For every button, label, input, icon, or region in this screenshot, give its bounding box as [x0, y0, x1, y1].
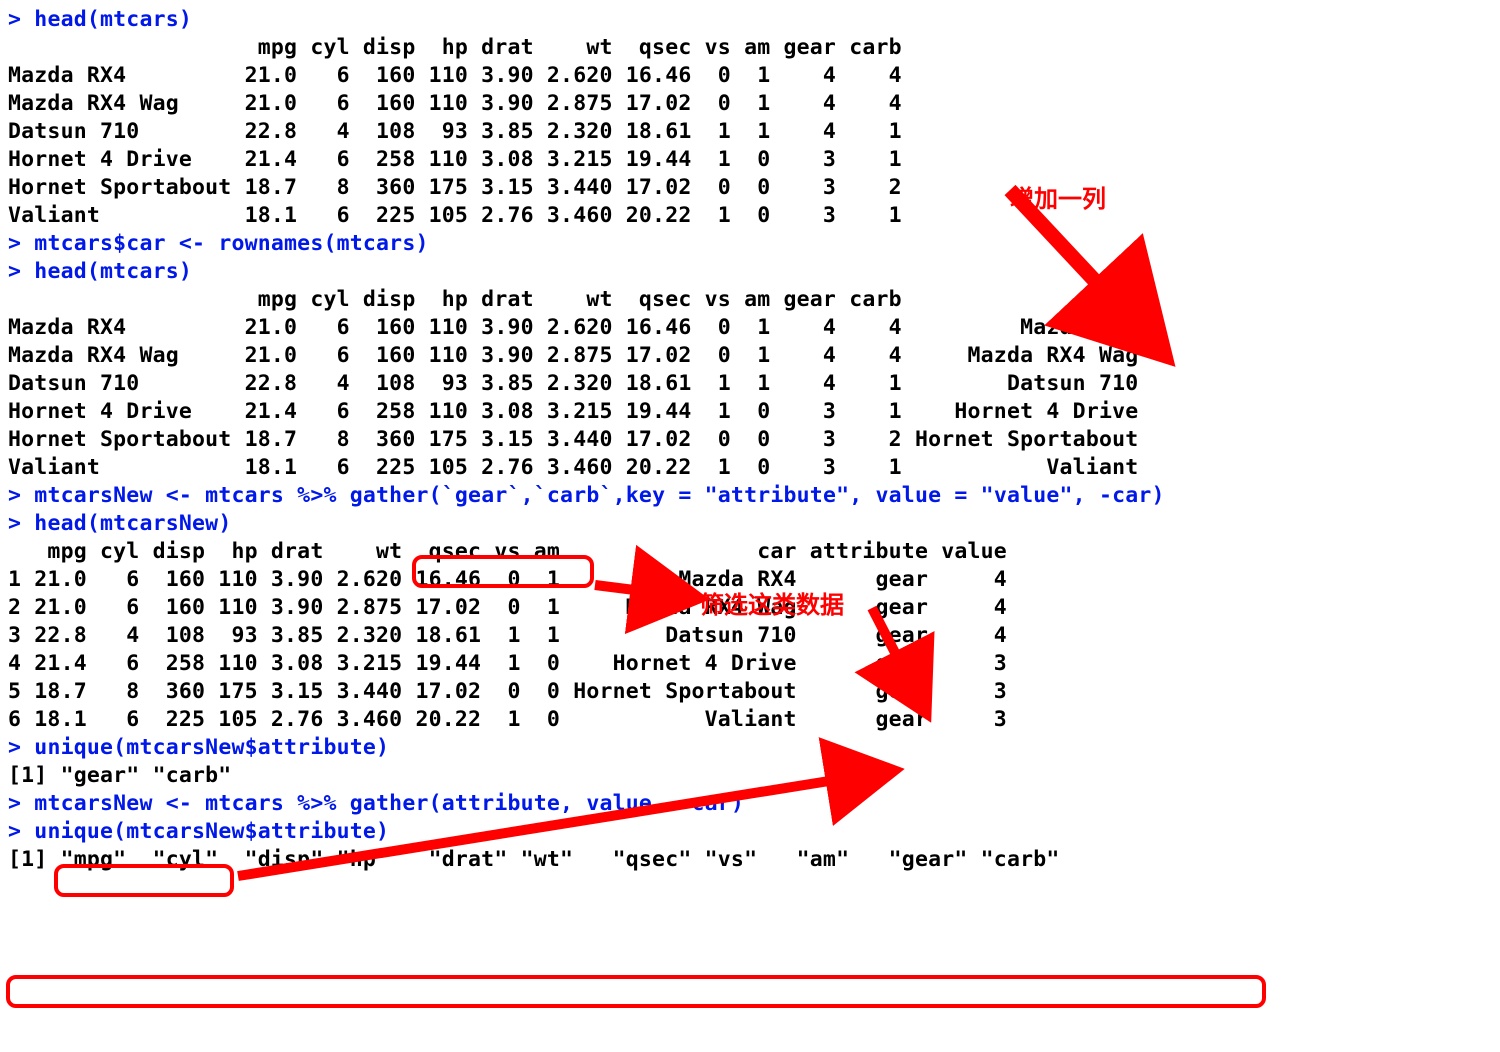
table-header: mpg cyl disp hp drat wt qsec vs am car a… — [8, 539, 1007, 564]
r-command[interactable]: > mtcars$car <- rownames(mtcars) — [8, 231, 429, 256]
table-row: Valiant 18.1 6 225 105 2.76 3.460 20.22 … — [8, 203, 902, 228]
table-row: Valiant 18.1 6 225 105 2.76 3.460 20.22 … — [8, 455, 1138, 480]
table-row: Hornet 4 Drive 21.4 6 258 110 3.08 3.215… — [8, 399, 1138, 424]
table-row: Datsun 710 22.8 4 108 93 3.85 2.320 18.6… — [8, 371, 1138, 396]
r-command[interactable]: > mtcarsNew <- mtcars %>% gather(`gear`,… — [8, 483, 1165, 508]
table-row: Datsun 710 22.8 4 108 93 3.85 2.320 18.6… — [8, 119, 902, 144]
table-header: mpg cyl disp hp drat wt qsec vs am gear … — [8, 35, 902, 60]
table-row: 2 21.0 6 160 110 3.90 2.875 17.02 0 1 Ma… — [8, 595, 1007, 620]
r-command[interactable]: > head(mtcars) — [8, 259, 192, 284]
r-command[interactable]: > unique(mtcarsNew$attribute) — [8, 735, 389, 760]
table-row: Mazda RX4 Wag 21.0 6 160 110 3.90 2.875 … — [8, 343, 1138, 368]
output-line: [1] "mpg" "cyl" "disp" "hp" "drat" "wt" … — [8, 847, 1060, 872]
table-row: Mazda RX4 Wag 21.0 6 160 110 3.90 2.875 … — [8, 91, 902, 116]
table-row: 4 21.4 6 258 110 3.08 3.215 19.44 1 0 Ho… — [8, 651, 1007, 676]
table-row: 3 22.8 4 108 93 3.85 2.320 18.61 1 1 Dat… — [8, 623, 1007, 648]
table-row: 5 18.7 8 360 175 3.15 3.440 17.02 0 0 Ho… — [8, 679, 1007, 704]
table-row: Mazda RX4 21.0 6 160 110 3.90 2.620 16.4… — [8, 315, 1138, 340]
r-console-output: > head(mtcars) mpg cyl disp hp drat wt q… — [0, 0, 1500, 880]
output-line: [1] "gear" "carb" — [8, 763, 231, 788]
r-command[interactable]: > head(mtcars) — [8, 7, 192, 32]
r-command[interactable]: > mtcarsNew <- mtcars %>% gather(attribu… — [8, 791, 744, 816]
table-row: 1 21.0 6 160 110 3.90 2.620 16.46 0 1 Ma… — [8, 567, 1007, 592]
r-command[interactable]: > unique(mtcarsNew$attribute) — [8, 819, 389, 844]
table-row: Hornet Sportabout 18.7 8 360 175 3.15 3.… — [8, 175, 902, 200]
table-header: mpg cyl disp hp drat wt qsec vs am gear … — [8, 287, 1138, 312]
table-row: 6 18.1 6 225 105 2.76 3.460 20.22 1 0 Va… — [8, 707, 1007, 732]
table-row: Hornet 4 Drive 21.4 6 258 110 3.08 3.215… — [8, 147, 902, 172]
table-row: Hornet Sportabout 18.7 8 360 175 3.15 3.… — [8, 427, 1138, 452]
table-row: Mazda RX4 21.0 6 160 110 3.90 2.620 16.4… — [8, 63, 902, 88]
r-command[interactable]: > head(mtcarsNew) — [8, 511, 231, 536]
highlight-unique-all — [6, 975, 1266, 1008]
